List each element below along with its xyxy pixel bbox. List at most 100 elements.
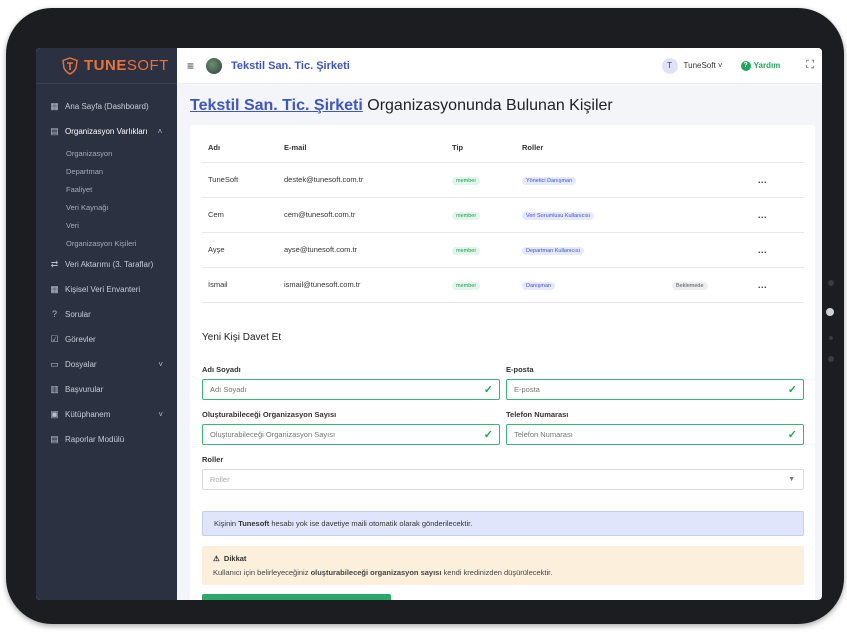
chevron-up-icon: ˄ [157,127,163,136]
table-row: Ayşe ayse@tunesoft.com.tr member Departm… [202,232,804,268]
person-email: cem@tunesoft.com.tr [278,197,446,233]
sidebar-item-files[interactable]: ▭ Dosyalar ˅ [36,352,177,377]
sidebar-item-reports[interactable]: ▤ Raporlar Modülü [36,427,177,452]
help-label: Yardım [753,61,781,70]
status-badge: Beklemede [672,281,708,290]
app-screen: TUNESOFT ▦ Ana Sayfa (Dashboard) ▤ Organ… [36,48,822,600]
table-header-row: Adı E-mail Tip Roller [202,133,804,163]
table-row: İsmail ismail@tunesoft.com.tr member Dan… [202,267,804,303]
user-menu[interactable]: TuneSoft ˅ [684,61,723,70]
org-count-label: Oluşturabileceği Organizasyon Sayısı [202,410,337,419]
info-alert: Kişinin Tunesoft hesabı yok ise davetiye… [202,511,804,536]
status-cell [666,162,752,198]
name-label: Adı Soyadı [202,365,241,374]
type-badge: member [452,246,481,255]
valid-check-icon: ✓ [787,384,797,396]
transfer-icon: ⇄ [50,259,59,269]
shield-logo-icon [62,56,78,75]
reports-icon: ▤ [50,434,59,444]
sidebar-item-tasks[interactable]: ☑ Görevler [36,327,177,352]
sidebar-item-data-transfer[interactable]: ⇄ Veri Aktarımı (3. Taraflar) [36,252,177,277]
info-text: Kişinin Tunesoft hesabı yok ise davetiye… [214,519,473,528]
organization-name[interactable]: Tekstil San. Tic. Şirketi [231,60,350,72]
sidebar-item-label: Veri Aktarımı (3. Taraflar) [65,260,154,269]
sidebar-item-personal-data-inventory[interactable]: ▦ Kişisel Veri Envanteri [36,277,177,302]
sidebar-item-organization-assets[interactable]: ▤ Organizasyon Varlıkları ˄ [36,119,177,144]
brand-logo[interactable]: TUNESOFT [36,48,177,84]
sidebar-item-label: Raporlar Modülü [65,435,125,444]
phone-label: Telefon Numarası [506,410,569,419]
sidebar-item-library[interactable]: ▣ Kütüphanem ˅ [36,402,177,427]
sidebar-subitem-department[interactable]: Departman [36,162,177,180]
sidebar-subitem-organization[interactable]: Organizasyon [36,144,177,162]
person-name: TuneSoft [202,162,278,198]
page-title-org-link[interactable]: Tekstil San. Tic. Şirketi [190,97,363,114]
sidebar-nav: ▦ Ana Sayfa (Dashboard) ▤ Organizasyon V… [36,84,177,452]
organization-avatar [206,57,223,74]
role-badge: Veri Sorumlusu Kullanıcısı [522,211,595,220]
email-input[interactable] [507,385,788,394]
row-actions-menu[interactable]: ... [758,245,767,255]
sidebar-item-applications[interactable]: ▥ Başvurular [36,377,177,402]
sidebar-subitem-data[interactable]: Veri [36,216,177,234]
org-count-input[interactable] [203,430,484,439]
column-header-status [666,133,752,163]
person-email: ayse@tunesoft.com.tr [278,232,446,268]
column-header-roles: Roller [516,133,666,163]
role-badge: Departman Kullanıcısı [522,246,585,255]
table-row: TuneSoft destek@tunesoft.com.tr member Y… [202,162,804,198]
tablet-sensor-2 [829,336,833,340]
folder-icon: ▭ [50,359,59,369]
column-header-actions [752,133,804,163]
roles-placeholder: Roller [210,475,230,484]
status-cell [666,197,752,233]
building-icon: ▤ [50,126,59,136]
warning-title: ⚠ Dikkat [213,554,247,563]
person-email: destek@tunesoft.com.tr [278,162,446,198]
phone-input[interactable] [507,430,788,439]
table-icon: ▦ [50,284,59,294]
name-input[interactable] [203,385,484,394]
type-badge: member [452,211,481,220]
chevron-down-icon: ˅ [715,61,723,70]
chevron-down-icon: ˅ [158,410,163,419]
status-cell [666,232,752,268]
dashboard-icon: ▦ [50,101,59,111]
sidebar-item-questions[interactable]: ? Sorular [36,302,177,327]
row-actions-menu[interactable]: ... [758,280,767,290]
topbar-actions: T TuneSoft ˅ ? Yardım ⛶ [661,57,814,74]
caret-down-icon: ▼ [788,476,795,483]
tablet-camera [826,308,834,316]
role-badge: Yönetici Danışman [522,176,577,185]
roles-select[interactable]: Roller ▼ [202,469,804,490]
sidebar-subitem-data-source[interactable]: Veri Kaynağı [36,198,177,216]
tablet-sensor-3 [828,356,834,362]
row-actions-menu[interactable]: ... [758,210,767,220]
row-actions-menu[interactable]: ... [758,175,767,185]
invite-submit-button[interactable] [202,594,391,600]
sidebar-item-label: Sorular [65,310,91,319]
fullscreen-icon[interactable]: ⛶ [806,59,814,72]
type-badge: member [452,281,481,290]
role-badge: Danışman [522,281,556,290]
user-avatar[interactable]: T [661,57,678,74]
brand-name: TUNESOFT [84,57,169,74]
warning-alert: ⚠ Dikkat Kullanıcı için belirleyeceğiniz… [202,546,804,585]
tasks-icon: ☑ [50,334,59,344]
sidebar-item-dashboard[interactable]: ▦ Ana Sayfa (Dashboard) [36,94,177,119]
sidebar-subitem-org-people[interactable]: Organizasyon Kişileri [36,234,177,252]
column-header-name: Adı [202,133,278,163]
page-title: Tekstil San. Tic. Şirketi Organizasyonun… [190,97,613,115]
question-icon: ? [51,309,57,319]
tablet-sensor [828,280,834,286]
main-content: Tekstil San. Tic. Şirketi Organizasyonun… [177,84,822,600]
sidebar-item-label: Organizasyon Varlıkları [65,127,148,136]
table-row: Cem cem@tunesoft.com.tr member Veri Soru… [202,197,804,233]
help-button[interactable]: ? Yardım [740,60,781,71]
hamburger-menu-icon[interactable]: ≡ [187,59,194,73]
library-icon: ▣ [50,409,59,419]
chevron-down-icon: ˅ [158,360,163,369]
sidebar-item-label: Başvurular [65,385,104,394]
sidebar-subitem-activity[interactable]: Faaliyet [36,180,177,198]
column-header-email: E-mail [278,133,446,163]
